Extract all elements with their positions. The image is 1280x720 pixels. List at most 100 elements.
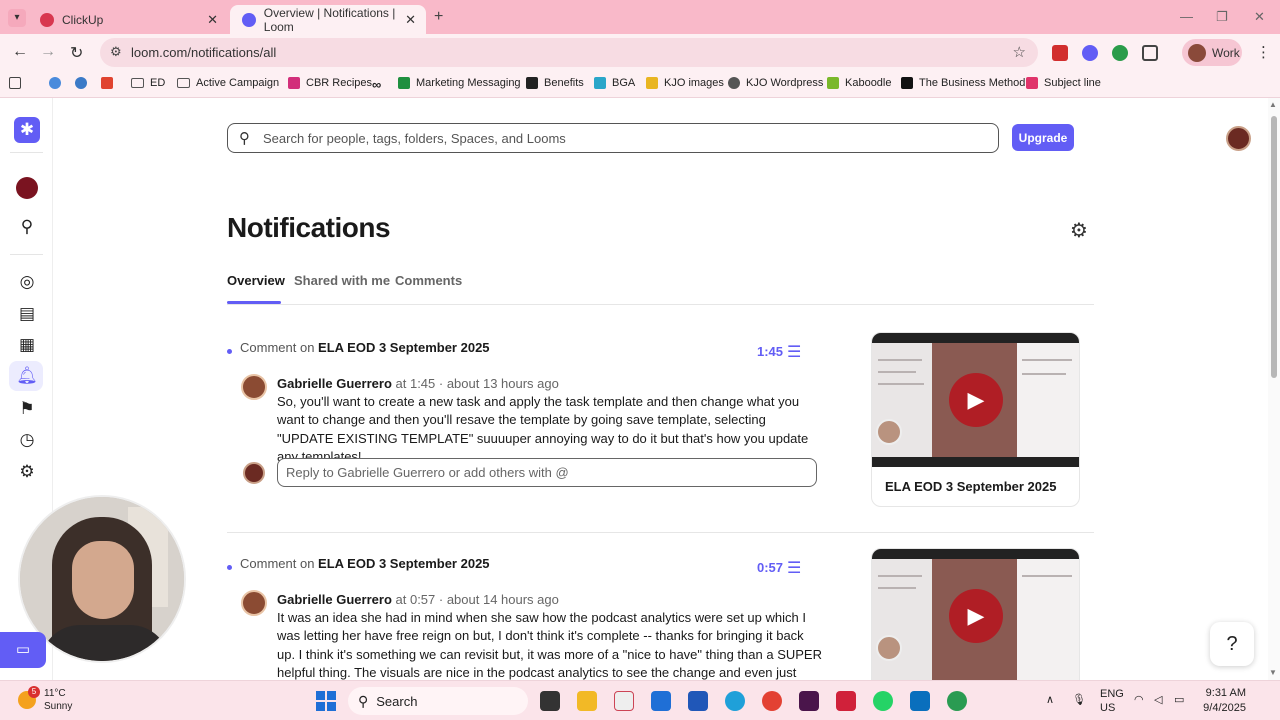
bookmark-subject-line[interactable]: Subject line <box>1026 77 1101 89</box>
show-hidden-icons[interactable]: ∧ <box>1046 693 1054 707</box>
weather-widget[interactable]: 5 11°C Sunny <box>18 686 72 713</box>
bookmark-cbr-recipes[interactable]: CBR Recipes <box>288 77 372 89</box>
help-button[interactable]: ? <box>1210 622 1254 666</box>
forward-icon[interactable]: → <box>40 43 56 61</box>
video-card-title[interactable]: ELA EOD 3 September 2025 <box>885 479 1056 494</box>
microphone-icon[interactable]: 🎙︎ <box>1072 693 1086 707</box>
taskbar-search[interactable]: ⚲ Search <box>348 687 528 715</box>
transcript-list-icon[interactable]: ☰ <box>787 342 801 362</box>
settings-icon[interactable]: ⚙ <box>16 461 38 483</box>
language-indicator[interactable]: ENG US <box>1100 687 1124 715</box>
bookmark-kjo-wordpress[interactable]: KJO Wordpress <box>728 77 823 89</box>
volume-icon[interactable]: ◁ <box>1154 693 1162 707</box>
bookmark-folder-ed[interactable]: ED <box>131 77 165 89</box>
slack-icon[interactable] <box>799 691 819 711</box>
close-tab-icon[interactable]: ✕ <box>207 12 218 28</box>
video-title-link[interactable]: ELA EOD 3 September 2025 <box>318 340 489 355</box>
notification-settings-gear-icon[interactable]: ⚙ <box>1070 218 1088 243</box>
history-clock-icon[interactable]: ◷ <box>16 429 38 451</box>
profile-chip[interactable]: Work <box>1182 39 1242 66</box>
close-window-icon[interactable]: ✕ <box>1254 9 1265 25</box>
extensions-puzzle-icon[interactable] <box>1142 45 1158 61</box>
author-name[interactable]: Gabrielle Guerrero <box>277 592 392 607</box>
scroll-up-icon[interactable]: ▲ <box>1269 100 1277 109</box>
loom-logo-icon[interactable]: ✱ <box>14 117 40 143</box>
bookmark-star-icon[interactable]: ☆ <box>1013 43 1026 61</box>
new-tab-icon[interactable]: + <box>434 8 443 26</box>
battery-icon[interactable]: ▭ <box>1174 693 1184 707</box>
notifications-bell-icon[interactable]: 🔔︎ <box>16 365 38 387</box>
wifi-icon[interactable]: ◠ <box>1134 693 1144 707</box>
play-icon[interactable]: ▶ <box>949 373 1003 427</box>
edge-icon[interactable] <box>725 691 745 711</box>
library-icon[interactable]: ▤ <box>16 303 38 325</box>
scroll-down-icon[interactable]: ▼ <box>1269 668 1277 677</box>
video-card[interactable]: ▶ ELA EOD 3 September 2025 <box>871 332 1080 507</box>
record-video-icon[interactable]: ▭ <box>0 632 46 668</box>
browser-tab-clickup[interactable]: ClickUp ✕ <box>28 5 228 34</box>
upgrade-button[interactable]: Upgrade <box>1012 124 1074 151</box>
outlook-icon[interactable] <box>651 691 671 711</box>
author-name[interactable]: Gabrielle Guerrero <box>277 376 392 391</box>
loom-extension-icon[interactable] <box>1082 45 1098 61</box>
site-info-icon[interactable]: ⚙ <box>110 44 122 60</box>
chrome-profile-icon[interactable] <box>947 691 967 711</box>
comment-timestamp-link[interactable]: 1:45 <box>757 344 783 359</box>
grammarly-extension-icon[interactable] <box>1112 45 1128 61</box>
address-bar[interactable]: ⚙ loom.com/notifications/all ☆ <box>100 38 1038 67</box>
tab-shared-with-me[interactable]: Shared with me <box>294 273 390 288</box>
bookmark-folder-active-campaign[interactable]: Active Campaign <box>177 77 279 89</box>
apps-grid-icon[interactable] <box>9 77 27 89</box>
clock[interactable]: 9:31 AM 9/4/2025 <box>1190 686 1246 716</box>
bookmark-marketing-messaging[interactable]: Marketing Messaging <box>398 77 521 89</box>
browser-tab-loom[interactable]: Overview | Notifications | Loom ✕ <box>230 5 426 34</box>
bookmark-infinity[interactable]: ∞ <box>372 77 381 92</box>
acrobat-icon[interactable] <box>836 691 856 711</box>
url-text[interactable]: loom.com/notifications/all <box>131 45 276 60</box>
bookmark-icon-2[interactable] <box>75 77 93 89</box>
windows-start-icon[interactable] <box>316 691 336 711</box>
extension-icon[interactable] <box>1052 45 1068 61</box>
app-icon[interactable] <box>910 691 930 711</box>
bookmark-kjo-images[interactable]: KJO images <box>646 77 724 89</box>
close-tab-icon[interactable]: ✕ <box>405 12 416 28</box>
chrome-icon[interactable] <box>762 691 782 711</box>
page-scrollbar[interactable]: ▲ ▼ <box>1268 98 1280 680</box>
search-input[interactable] <box>263 128 983 148</box>
task-view-icon[interactable] <box>540 691 560 711</box>
tab-comments[interactable]: Comments <box>395 273 462 288</box>
maximize-icon[interactable]: ❐ <box>1216 9 1228 25</box>
workspace-avatar[interactable] <box>16 177 38 199</box>
profile-icon[interactable]: ◎ <box>16 271 38 293</box>
video-thumbnail[interactable]: ▶ <box>872 333 1079 467</box>
play-icon[interactable]: ▶ <box>949 589 1003 643</box>
time: 9:31 AM <box>1205 687 1246 699</box>
video-title-link[interactable]: ELA EOD 3 September 2025 <box>318 556 489 571</box>
reload-icon[interactable]: ↻ <box>70 43 83 63</box>
transcript-list-icon[interactable]: ☰ <box>787 558 801 578</box>
comment-timestamp-link[interactable]: 0:57 <box>757 560 783 575</box>
whatsapp-icon[interactable] <box>873 691 893 711</box>
browser-menu-icon[interactable]: ⋮ <box>1256 43 1271 61</box>
app-icon[interactable] <box>614 691 634 711</box>
bookmark-the-business-method[interactable]: The Business Method <box>901 77 1025 89</box>
invite-user-icon[interactable]: ⚲ <box>16 216 38 238</box>
scrollbar-thumb[interactable] <box>1271 116 1277 378</box>
tab-overview[interactable]: Overview <box>227 273 285 288</box>
bookmark-icon-3[interactable] <box>101 77 119 89</box>
video-thumbnail[interactable]: ▶ <box>872 549 1079 683</box>
tab-search-dropdown-icon[interactable]: ▾ <box>8 9 26 27</box>
bookmark-icon-1[interactable] <box>49 77 67 89</box>
bookmark-benefits[interactable]: Benefits <box>526 77 584 89</box>
calendar-icon[interactable]: ▦ <box>16 334 38 356</box>
bookmark-icon[interactable]: ⚑ <box>16 398 38 420</box>
calendar-app-icon[interactable] <box>688 691 708 711</box>
reply-input[interactable] <box>277 458 817 487</box>
search-bar[interactable]: ⚲ <box>227 123 999 153</box>
back-icon[interactable]: ← <box>12 43 28 61</box>
minimize-icon[interactable]: — <box>1180 9 1193 24</box>
user-avatar[interactable] <box>1226 126 1251 151</box>
bookmark-kaboodle[interactable]: Kaboodle <box>827 77 892 89</box>
bookmark-bga[interactable]: BGA <box>594 77 635 89</box>
file-explorer-icon[interactable] <box>577 691 597 711</box>
